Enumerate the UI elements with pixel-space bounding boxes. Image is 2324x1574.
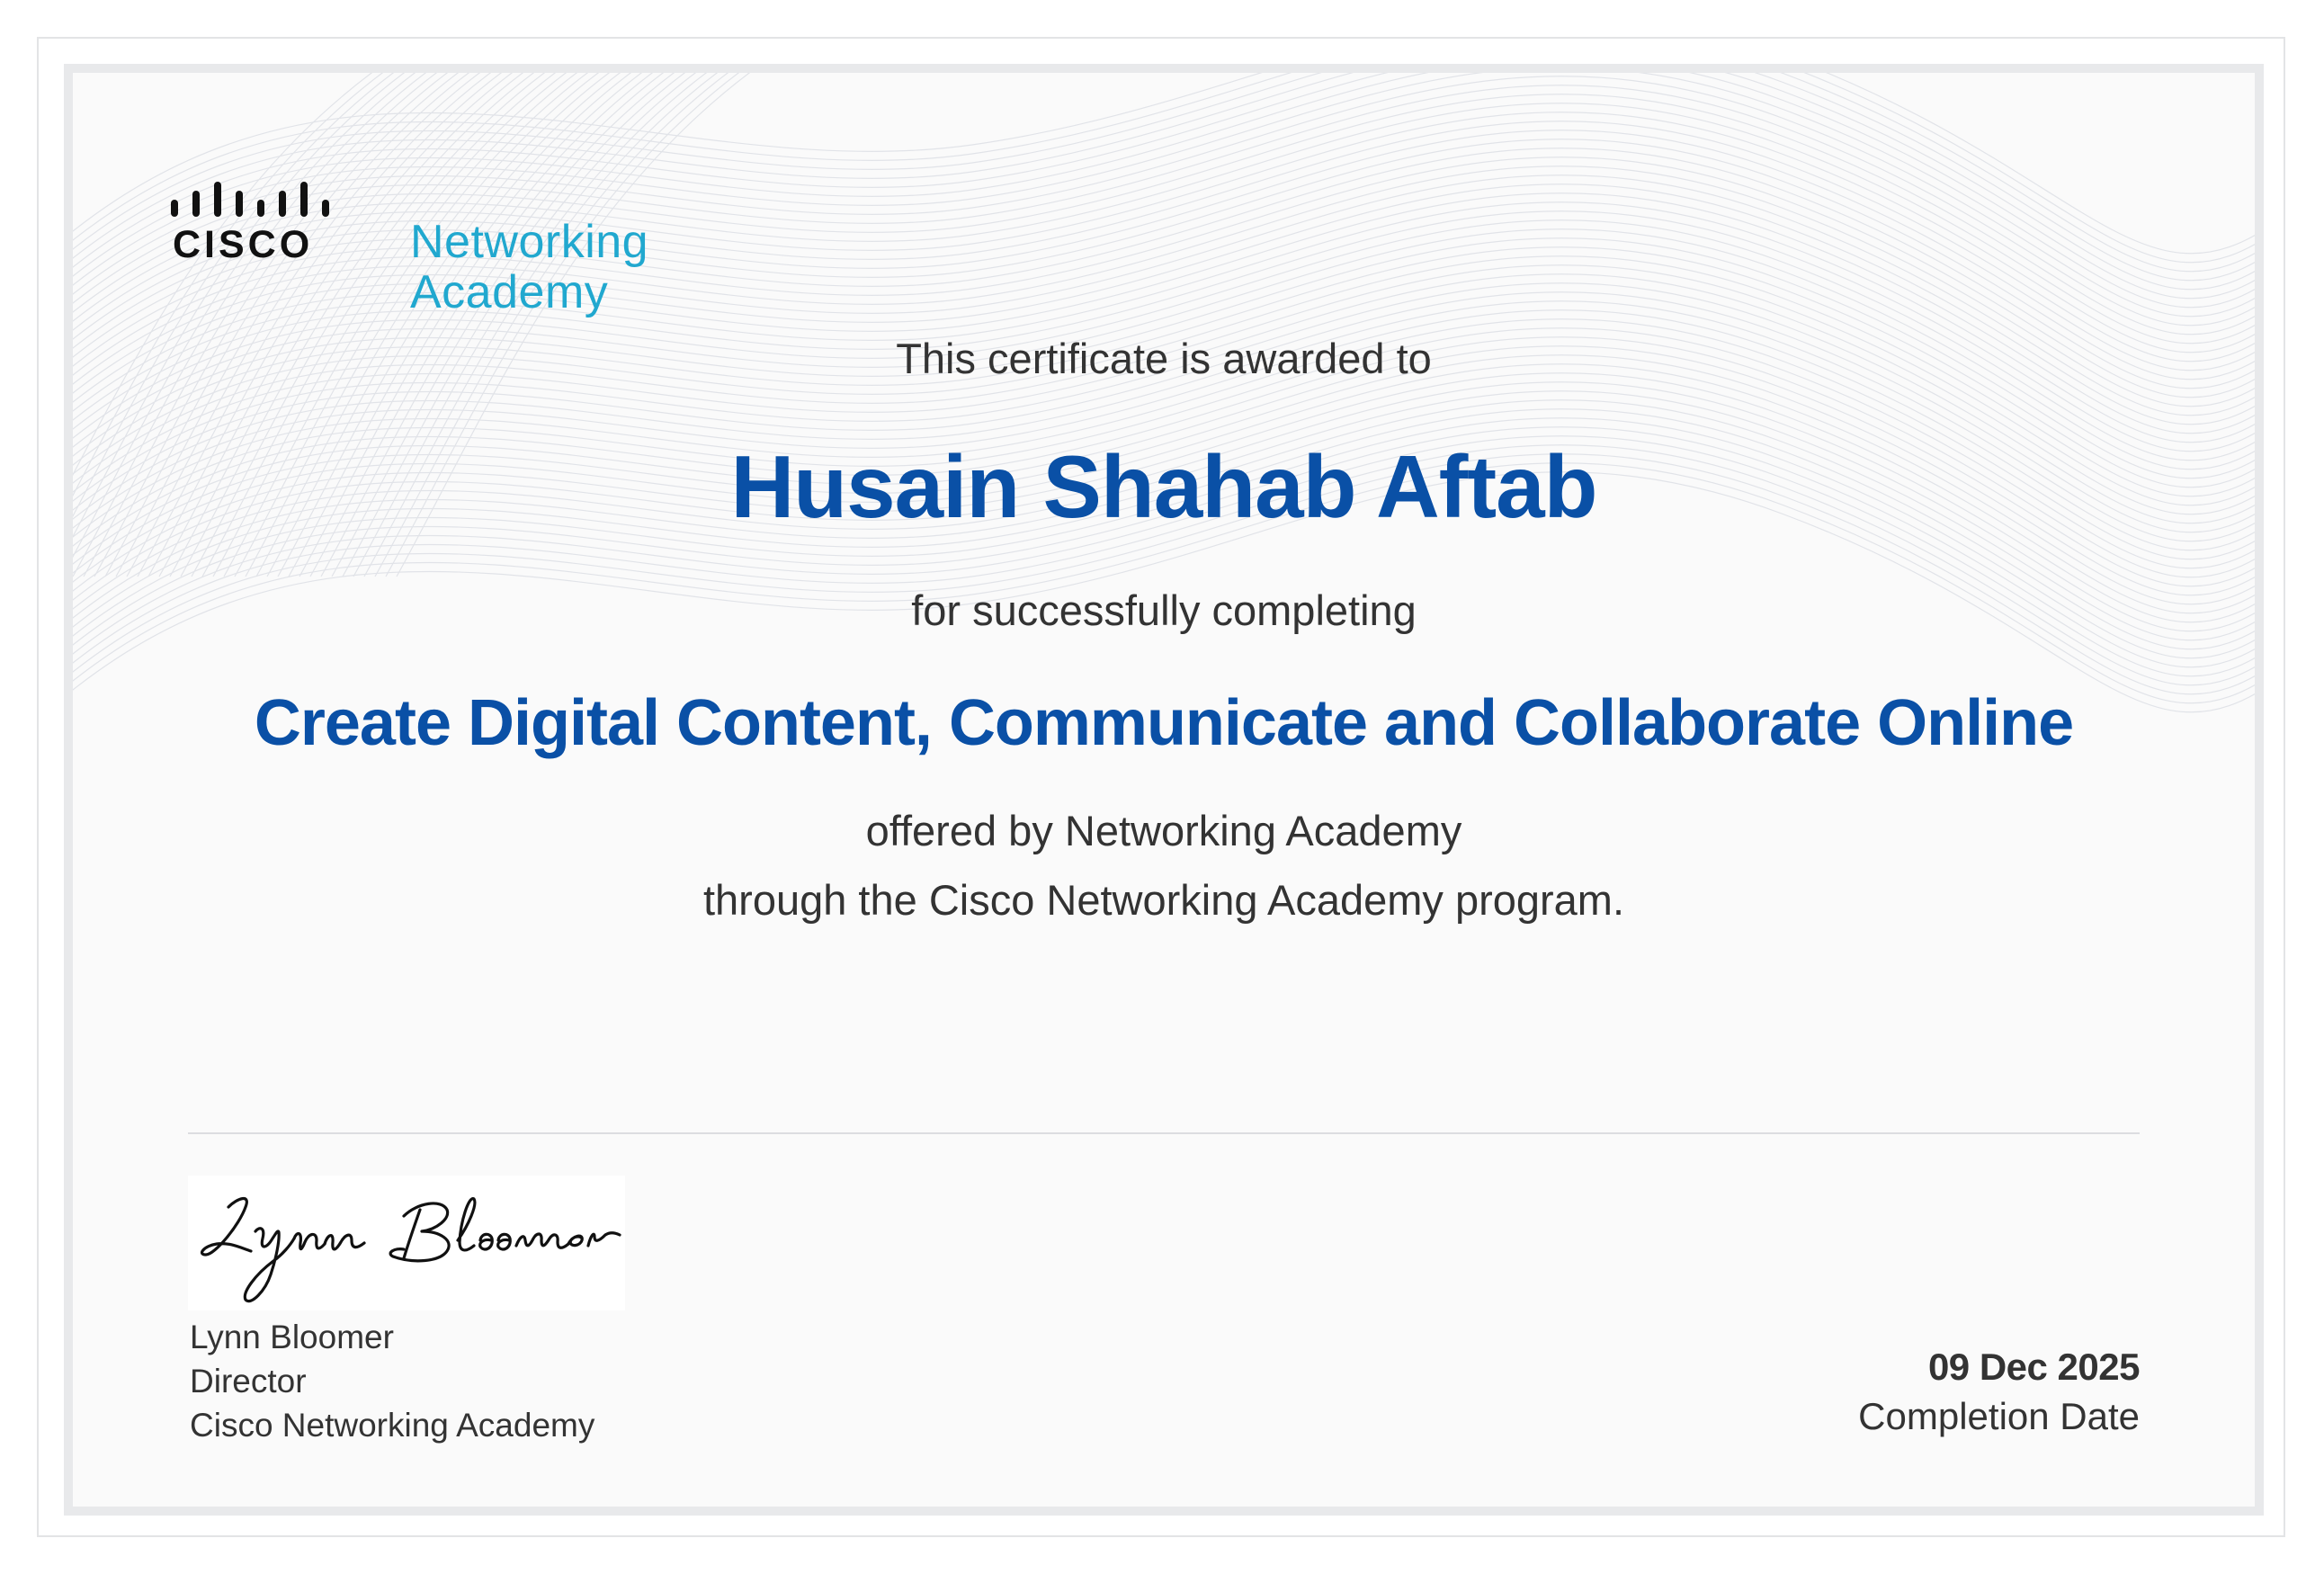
award-intro: This certificate is awarded to (896, 335, 1432, 382)
handwritten-signature (201, 1197, 621, 1303)
completion-phrase: for successfully completing (911, 586, 1417, 634)
cisco-bridge-icon: CISCO (171, 182, 329, 262)
signer-organization: Cisco Networking Academy (190, 1407, 595, 1444)
program-line: through the Cisco Networking Academy pro… (702, 876, 1625, 924)
logo-line-academy: Academy (410, 266, 609, 318)
networking-academy-wordmark: Networking Academy (410, 217, 648, 317)
wave-line (73, 73, 2255, 282)
wave-line (73, 73, 2255, 300)
certificate-page: CISCO Networking Academy This certificat… (0, 0, 2324, 1574)
signer-title: Director (190, 1363, 307, 1400)
course-title: Create Digital Content, Communicate and … (254, 687, 2074, 759)
offered-by: offered by Networking Academy (865, 807, 1462, 854)
signature-image (188, 1176, 625, 1310)
recipient-name: Husain Shahab Aftab (730, 437, 1598, 536)
completion-date-label: Completion Date (1858, 1395, 2140, 1437)
cisco-wordmark: CISCO (173, 223, 313, 262)
certificate-frame: CISCO Networking Academy This certificat… (64, 64, 2264, 1516)
signer-name: Lynn Bloomer (190, 1319, 394, 1355)
completion-date: 09 Dec 2025 (1927, 1346, 2141, 1388)
logo-line-networking: Networking (410, 216, 649, 268)
signature-divider (188, 1132, 2140, 1134)
